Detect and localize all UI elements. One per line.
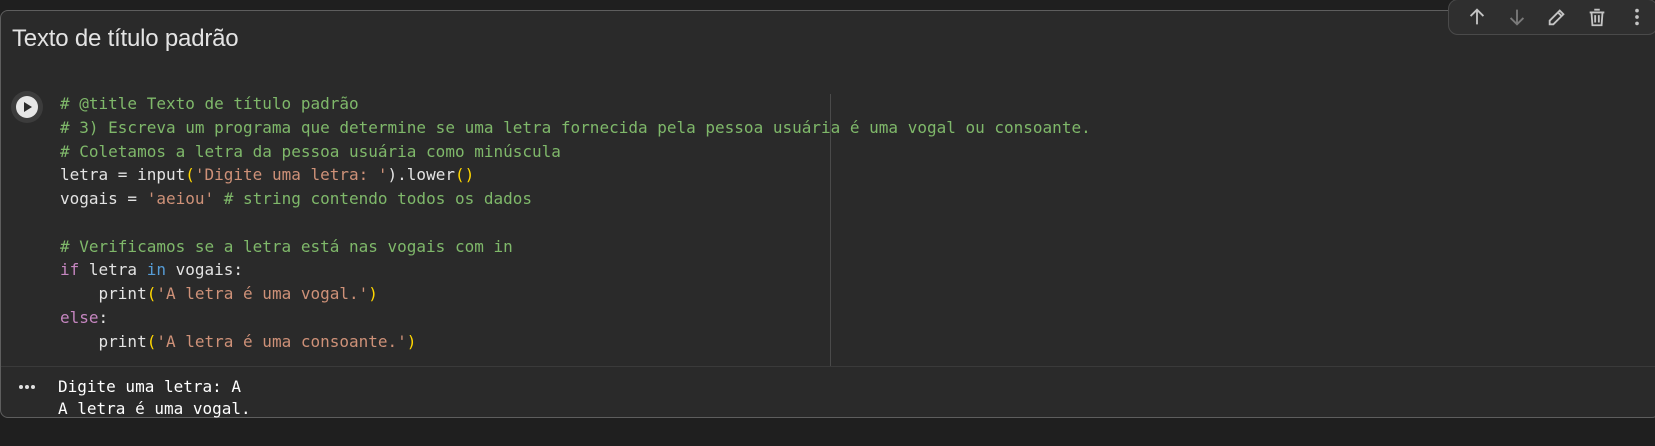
line-length-ruler [830,94,831,367]
more-horizontal-icon [19,385,35,389]
move-up-button[interactable] [1457,2,1497,32]
code-line: ​ [60,211,1091,235]
cell-output: Digite uma letra: A A letra é uma vogal. [58,376,251,420]
code-token: vogais = [60,189,147,208]
code-token: in [146,260,166,280]
cell-title[interactable]: Texto de título padrão [12,25,239,53]
code-token: # string contendo todos os dados [214,189,533,208]
code-line: else: [60,306,1091,330]
code-token: 'Digite uma letra: ' [194,165,388,185]
code-line: print('A letra é uma vogal.') [60,282,1091,306]
code-token: 'aeiou' [146,189,215,208]
code-token: input [137,165,186,185]
code-token: ( [146,284,157,303]
code-token: print [60,284,147,303]
code-token: ( [146,331,157,351]
code-token: else [60,307,99,327]
move-down-button[interactable] [1497,2,1537,32]
arrow-up-icon [1469,8,1485,25]
delete-button[interactable] [1577,2,1617,32]
code-line: print('A letra é uma consoante.') [60,330,1091,354]
output-divider [1,366,1655,367]
code-line: # Verificamos se a letra está nas vogais… [60,235,1091,259]
code-line: # 3) Escreva um programa que determine s… [60,116,1091,140]
code-token: print [60,331,147,351]
code-token: 'A letra é uma consoante.' [156,331,407,351]
code-token: ) [368,284,378,303]
trash-icon [1589,8,1605,27]
arrow-down-icon [1509,9,1525,26]
code-token: ).lower [387,165,455,185]
output-actions-button[interactable] [15,375,39,399]
code-token: # Verificamos se a letra está nas vogais… [60,236,513,256]
code-token: # @title Texto de título padrão [60,94,359,113]
code-token: # Coletamos a letra da pessoa usuária co… [60,141,561,161]
code-line: vogais = 'aeiou' # string contendo todos… [60,187,1091,211]
code-line: if letra in vogais: [60,258,1091,282]
edit-button[interactable] [1537,2,1577,32]
code-line: # Coletamos a letra da pessoa usuária co… [60,140,1091,164]
pencil-icon [1548,9,1565,26]
code-token: 'A letra é uma vogal.' [156,284,369,303]
output-line: Digite uma letra: A [58,377,242,396]
code-line: letra = input('Digite uma letra: ').lowe… [60,163,1091,187]
run-cell-button[interactable] [11,91,43,123]
code-token: ( [185,165,195,185]
code-token: letra = [60,165,138,185]
code-editor[interactable]: # @title Texto de título padrão # 3) Escr… [60,92,1091,353]
code-token: vogais: [165,260,244,280]
play-icon [16,96,38,118]
code-token: if [60,260,80,280]
code-cell[interactable]: Texto de título padrão # @title Texto de… [0,0,1655,420]
code-line: # @title Texto de título padrão [60,92,1091,116]
more-options-button[interactable] [1617,2,1655,32]
code-token: : [98,307,109,327]
cell-toolbar [1448,0,1655,35]
more-vertical-icon [1635,8,1639,26]
output-line: A letra é uma vogal. [58,399,251,418]
code-token: () [454,165,475,185]
code-token: letra [79,260,147,280]
code-token: ) [406,331,417,351]
code-token: # 3) Escreva um programa que determine s… [60,117,1091,137]
